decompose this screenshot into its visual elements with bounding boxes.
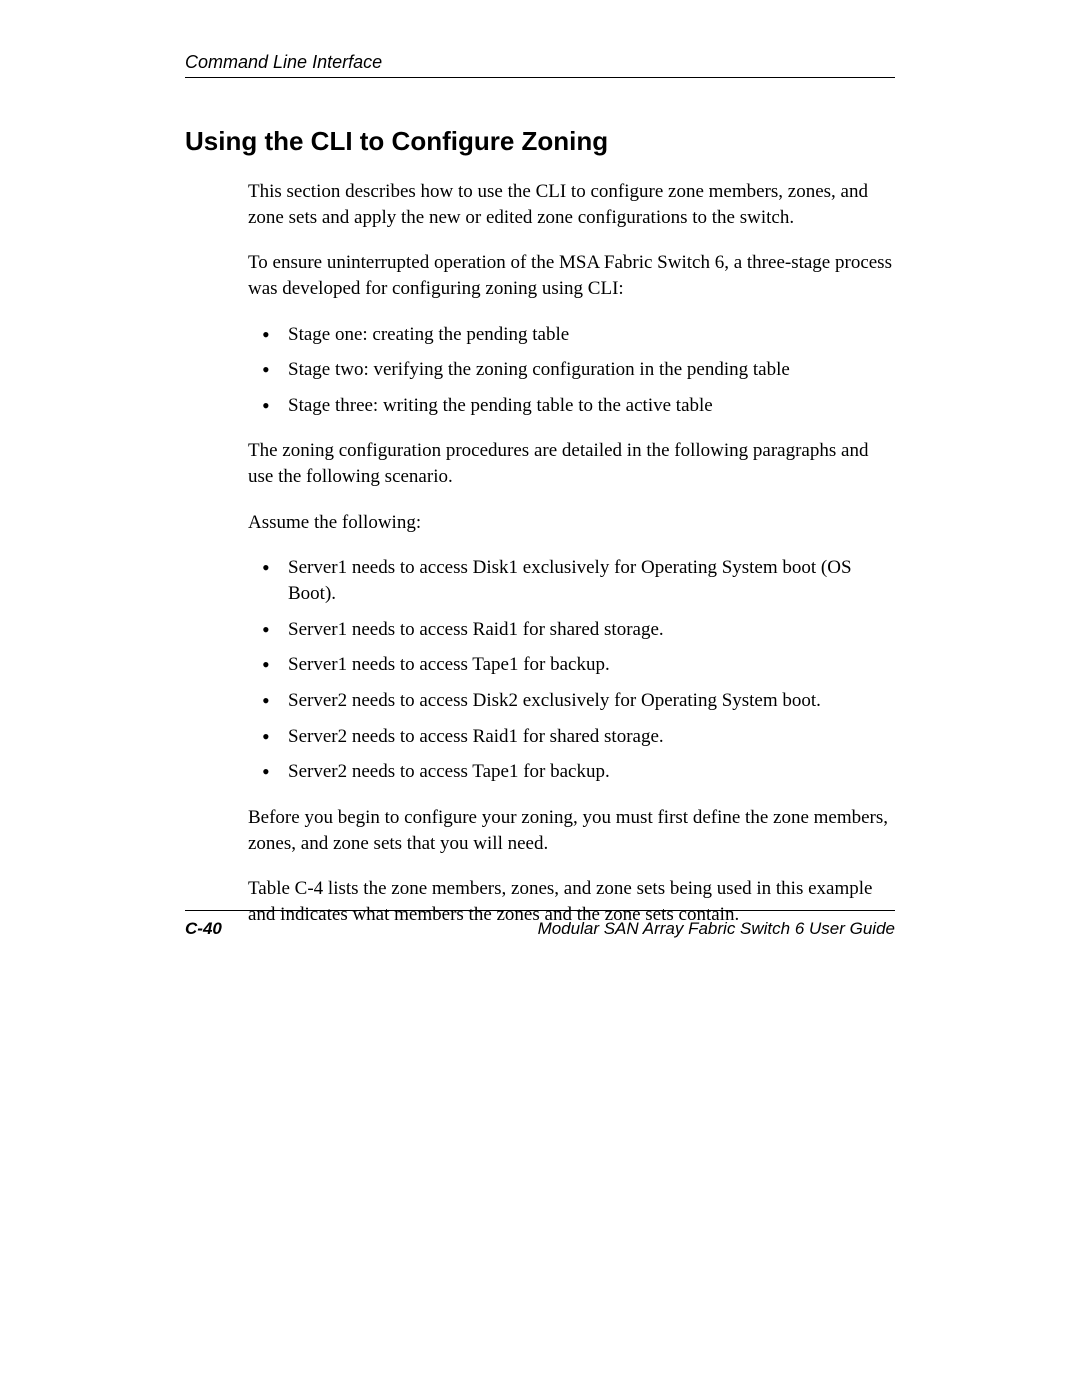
document-page: Command Line Interface Using the CLI to … [0, 0, 1080, 927]
main-heading: Using the CLI to Configure Zoning [185, 126, 895, 157]
list-item: Server2 needs to access Raid1 for shared… [248, 724, 895, 750]
header-section-title: Command Line Interface [185, 52, 382, 72]
list-item: Stage two: verifying the zoning configur… [248, 357, 895, 383]
list-item: Server2 needs to access Disk2 exclusivel… [248, 688, 895, 714]
page-footer: C-40 Modular SAN Array Fabric Switch 6 U… [185, 910, 895, 939]
intro-paragraph-2: To ensure uninterrupted operation of the… [248, 250, 895, 301]
assumptions-list: Server1 needs to access Disk1 exclusivel… [248, 555, 895, 784]
before-begin-paragraph: Before you begin to configure your zonin… [248, 805, 895, 856]
assume-paragraph: Assume the following: [248, 510, 895, 536]
list-item: Server2 needs to access Tape1 for backup… [248, 759, 895, 785]
list-item: Server1 needs to access Tape1 for backup… [248, 652, 895, 678]
list-item: Server1 needs to access Disk1 exclusivel… [248, 555, 895, 606]
page-header: Command Line Interface [185, 52, 895, 78]
body-content: This section describes how to use the CL… [185, 179, 895, 927]
intro-paragraph-1: This section describes how to use the CL… [248, 179, 895, 230]
stages-list: Stage one: creating the pending table St… [248, 322, 895, 419]
list-item: Stage one: creating the pending table [248, 322, 895, 348]
list-item: Stage three: writing the pending table t… [248, 393, 895, 419]
page-number: C-40 [185, 919, 222, 939]
list-item: Server1 needs to access Raid1 for shared… [248, 617, 895, 643]
after-stages-paragraph: The zoning configuration procedures are … [248, 438, 895, 489]
document-title: Modular SAN Array Fabric Switch 6 User G… [538, 919, 895, 939]
